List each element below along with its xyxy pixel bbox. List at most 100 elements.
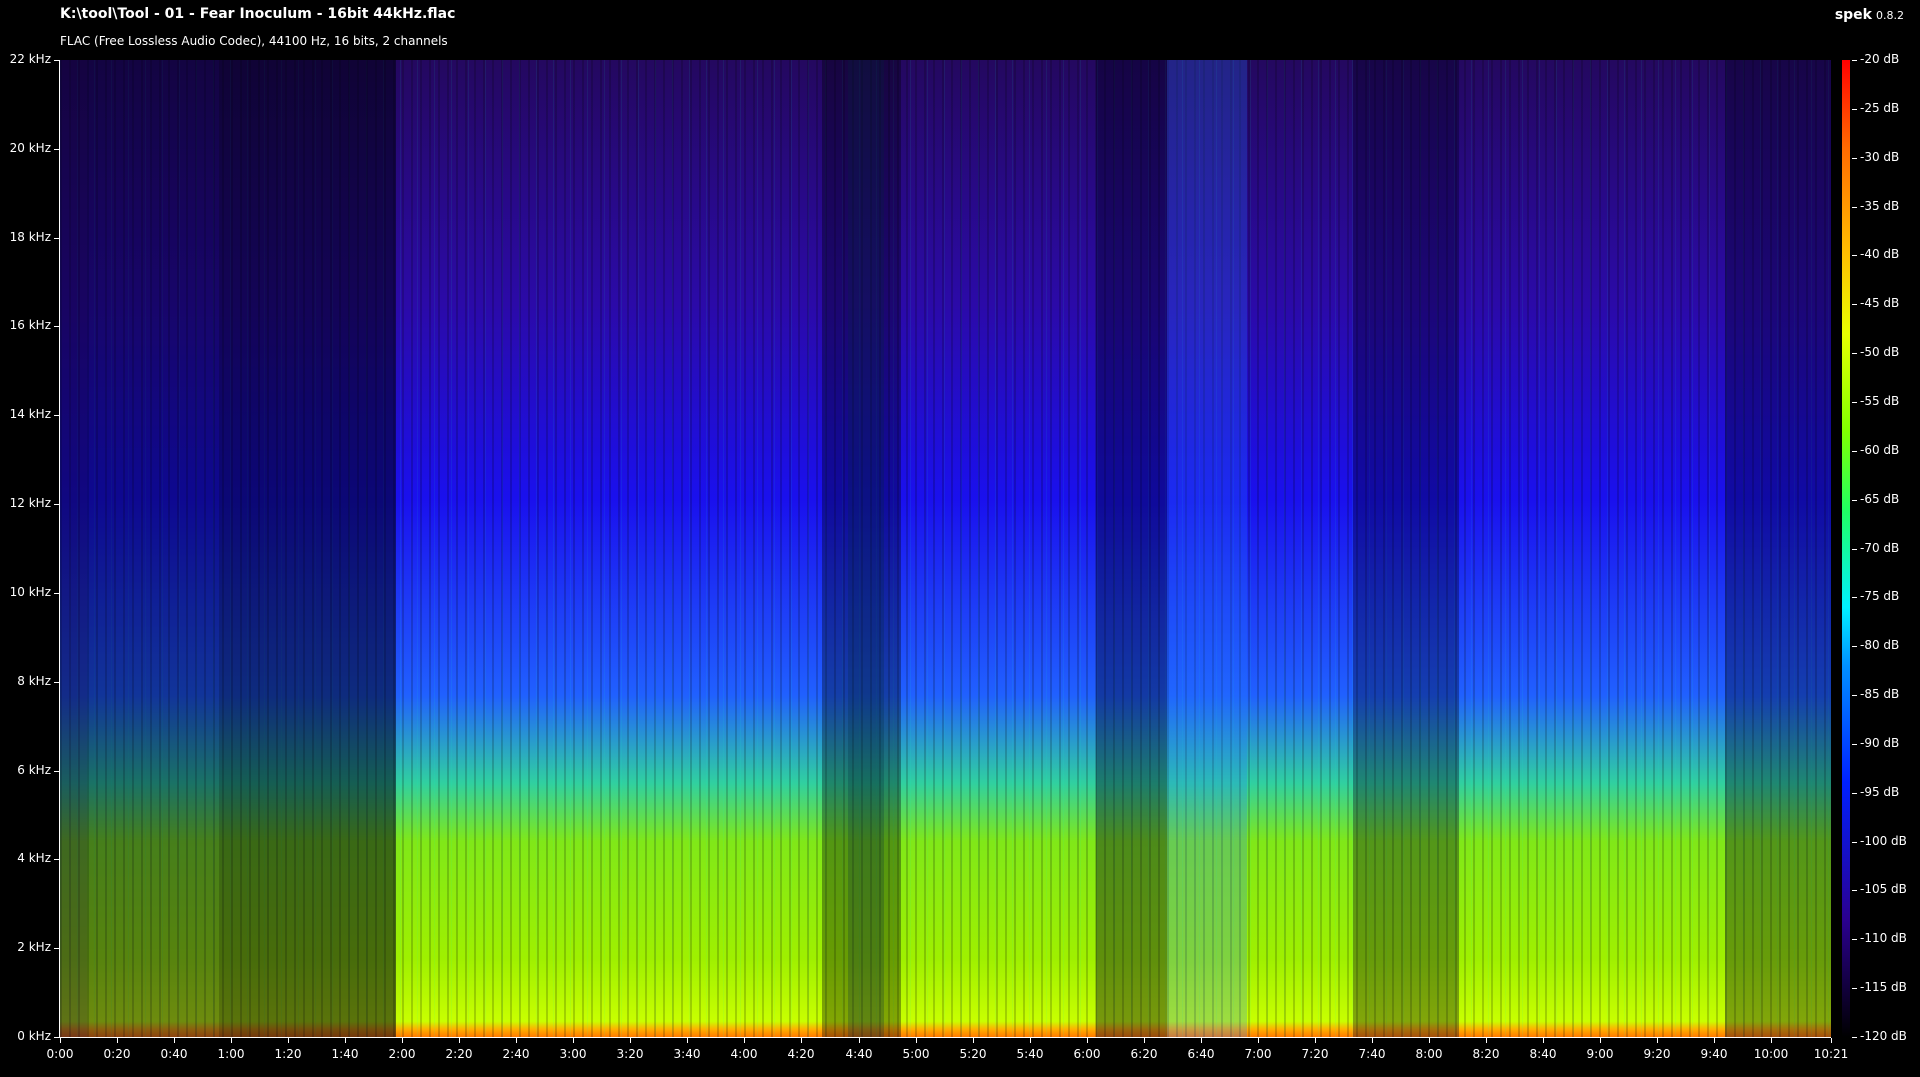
app-version: 0.8.2 xyxy=(1876,9,1904,22)
db-tick-mark xyxy=(1852,646,1857,647)
x-tick-mark xyxy=(1315,1038,1316,1043)
x-tick-label: 0:00 xyxy=(46,1047,74,1061)
x-tick-label: 8:40 xyxy=(1529,1047,1557,1061)
x-tick-mark xyxy=(288,1038,289,1043)
spectrogram-band xyxy=(60,60,87,1037)
y-tick-label: 8 kHz xyxy=(17,674,51,688)
db-tick-label: -100 dB xyxy=(1860,834,1907,848)
x-tick-mark xyxy=(1714,1038,1715,1043)
db-tick-label: -60 dB xyxy=(1860,443,1900,457)
x-tick-mark xyxy=(1372,1038,1373,1043)
db-tick-label: -50 dB xyxy=(1860,345,1900,359)
db-tick-label: -85 dB xyxy=(1860,687,1900,701)
x-tick-mark xyxy=(1087,1038,1088,1043)
x-tick-label: 3:40 xyxy=(673,1047,701,1061)
x-tick-mark xyxy=(1771,1038,1772,1043)
x-axis-line xyxy=(59,1037,1831,1038)
app-brand: spek 0.8.2 xyxy=(1835,7,1904,23)
y-tick-label: 10 kHz xyxy=(9,585,51,599)
x-tick-label: 2:20 xyxy=(445,1047,473,1061)
db-color-scale xyxy=(1842,60,1850,1037)
db-tick-mark xyxy=(1852,549,1857,550)
db-tick-label: -75 dB xyxy=(1860,589,1900,603)
spectrogram-band xyxy=(219,60,397,1037)
y-axis-line xyxy=(59,60,60,1038)
file-format-info: FLAC (Free Lossless Audio Codec), 44100 … xyxy=(60,34,448,48)
x-tick-mark xyxy=(174,1038,175,1043)
x-tick-mark xyxy=(973,1038,974,1043)
db-tick-label: -95 dB xyxy=(1860,785,1900,799)
db-tick-label: -80 dB xyxy=(1860,638,1900,652)
x-tick-label: 4:20 xyxy=(787,1047,815,1061)
x-tick-mark xyxy=(573,1038,574,1043)
db-tick-label: -25 dB xyxy=(1860,101,1900,115)
db-tick-label: -70 dB xyxy=(1860,541,1900,555)
x-tick-label: 10:21 xyxy=(1813,1047,1849,1061)
db-tick-mark xyxy=(1852,939,1857,940)
x-tick-mark xyxy=(1831,1038,1832,1043)
x-tick-mark xyxy=(1600,1038,1601,1043)
app-name: spek xyxy=(1834,7,1872,23)
db-tick-mark xyxy=(1852,158,1857,159)
db-tick-mark xyxy=(1852,793,1857,794)
db-tick-mark xyxy=(1852,500,1857,501)
y-tick-label: 0 kHz xyxy=(17,1029,51,1043)
x-tick-label: 8:00 xyxy=(1415,1047,1443,1061)
db-tick-mark xyxy=(1852,451,1857,452)
x-tick-label: 7:00 xyxy=(1244,1047,1272,1061)
x-tick-label: 6:00 xyxy=(1073,1047,1101,1061)
y-tick-label: 2 kHz xyxy=(17,940,51,954)
db-tick-mark xyxy=(1852,207,1857,208)
spectrogram-band xyxy=(1352,60,1460,1037)
x-tick-label: 2:40 xyxy=(502,1047,530,1061)
spectrogram-plot[interactable] xyxy=(60,60,1831,1037)
spectrogram-band xyxy=(1096,60,1167,1037)
x-tick-label: 1:40 xyxy=(331,1047,359,1061)
x-tick-mark xyxy=(859,1038,860,1043)
y-tick-label: 20 kHz xyxy=(9,141,51,155)
spectrogram-band xyxy=(396,60,520,1037)
db-tick-label: -120 dB xyxy=(1860,1029,1907,1043)
db-tick-label: -105 dB xyxy=(1860,882,1907,896)
x-tick-label: 3:00 xyxy=(559,1047,587,1061)
x-tick-label: 6:40 xyxy=(1187,1047,1215,1061)
x-tick-label: 7:20 xyxy=(1301,1047,1329,1061)
db-tick-label: -40 dB xyxy=(1860,247,1900,261)
db-tick-mark xyxy=(1852,304,1857,305)
x-tick-mark xyxy=(60,1038,61,1043)
y-tick-label: 6 kHz xyxy=(17,763,51,777)
x-tick-mark xyxy=(1657,1038,1658,1043)
x-tick-mark xyxy=(1144,1038,1145,1043)
y-tick-label: 14 kHz xyxy=(9,407,51,421)
db-tick-label: -110 dB xyxy=(1860,931,1907,945)
y-tick-label: 16 kHz xyxy=(9,318,51,332)
db-tick-label: -65 dB xyxy=(1860,492,1900,506)
db-tick-mark xyxy=(1852,353,1857,354)
db-tick-label: -55 dB xyxy=(1860,394,1900,408)
db-tick-label: -20 dB xyxy=(1860,52,1900,66)
x-tick-mark xyxy=(801,1038,802,1043)
x-tick-label: 5:40 xyxy=(1016,1047,1044,1061)
spectrogram-band xyxy=(1166,60,1247,1037)
x-tick-label: 3:20 xyxy=(616,1047,644,1061)
x-tick-label: 5:00 xyxy=(902,1047,930,1061)
x-tick-mark xyxy=(402,1038,403,1043)
file-title: K:\tool\Tool - 01 - Fear Inoculum - 16bi… xyxy=(60,6,456,22)
spectrogram-band xyxy=(1724,60,1831,1037)
db-tick-mark xyxy=(1852,744,1857,745)
db-tick-label: -115 dB xyxy=(1860,980,1907,994)
x-tick-label: 9:20 xyxy=(1643,1047,1671,1061)
x-tick-label: 4:40 xyxy=(845,1047,873,1061)
db-tick-mark xyxy=(1852,60,1857,61)
x-tick-label: 7:40 xyxy=(1358,1047,1386,1061)
x-tick-mark xyxy=(1429,1038,1430,1043)
spectrogram-band xyxy=(848,60,884,1037)
db-tick-label: -45 dB xyxy=(1860,296,1900,310)
x-tick-mark xyxy=(459,1038,460,1043)
x-tick-label: 10:00 xyxy=(1753,1047,1789,1061)
x-tick-mark xyxy=(117,1038,118,1043)
x-tick-mark xyxy=(231,1038,232,1043)
y-tick-label: 4 kHz xyxy=(17,851,51,865)
x-tick-label: 2:00 xyxy=(388,1047,416,1061)
db-tick-label: -90 dB xyxy=(1860,736,1900,750)
